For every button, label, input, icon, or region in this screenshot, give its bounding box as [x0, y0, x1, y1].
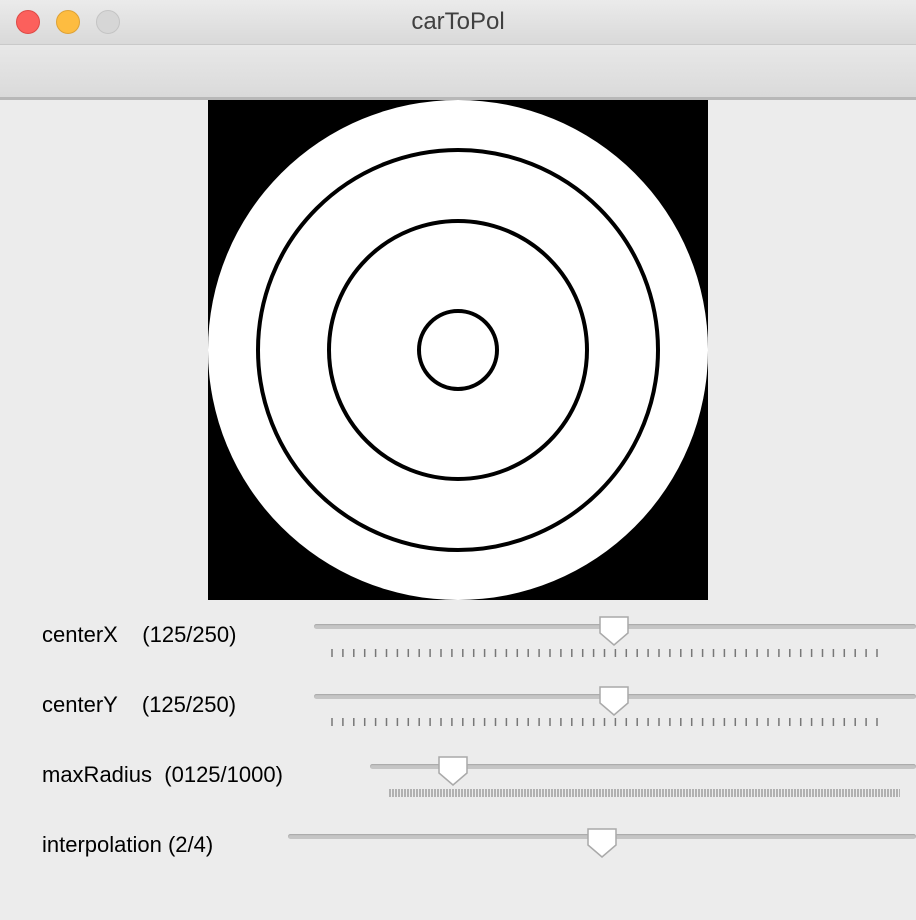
maxradius-label: maxRadius (0125/1000) [42, 762, 283, 787]
white-disc [208, 100, 708, 600]
interpolation-slider-thumb[interactable] [585, 826, 619, 860]
centery-slider-thumb[interactable] [597, 684, 631, 718]
polar-image-view [208, 100, 708, 600]
centery-label: centerY (125/250) [42, 692, 237, 717]
centerx-label: centerX (125/250) [42, 622, 237, 647]
maxradius-slider-thumb[interactable] [436, 754, 470, 788]
centerx-tick-marks [331, 649, 878, 657]
interpolation-label: interpolation (2/4) [42, 832, 214, 857]
toolbar [0, 45, 916, 100]
title-bar: carToPol [0, 0, 916, 45]
window-title: carToPol [411, 8, 505, 35]
polar-image-canvas [208, 100, 708, 600]
centery-tick-marks [331, 718, 878, 726]
maxradius-tick-marks [389, 789, 900, 797]
centerx-slider-thumb[interactable] [597, 614, 631, 648]
